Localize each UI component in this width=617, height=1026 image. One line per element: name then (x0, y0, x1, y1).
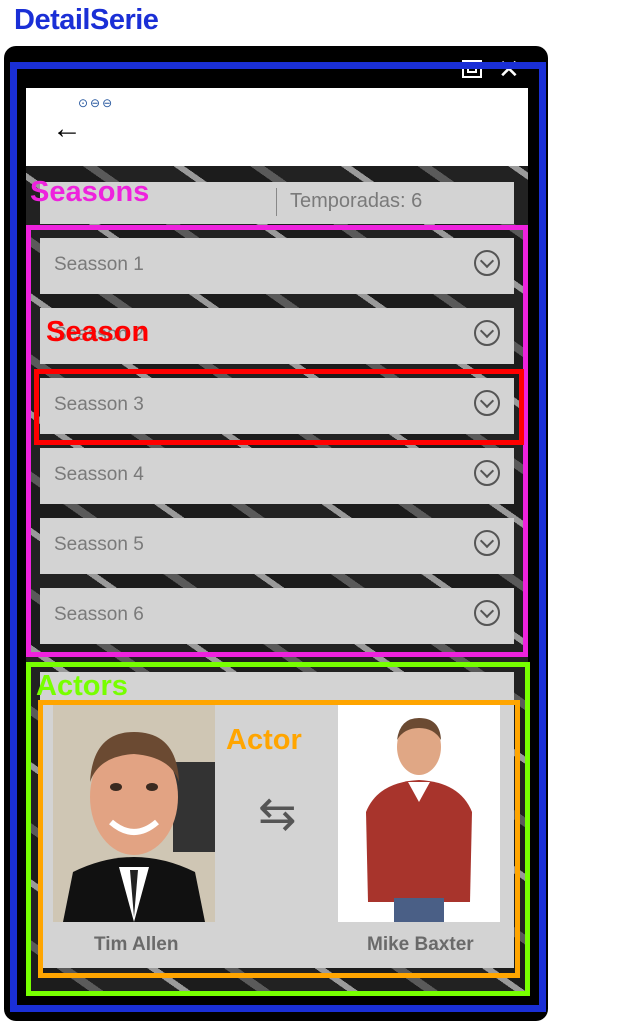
seasons-overlay-label: Seasons (30, 176, 150, 208)
actors-overlay-label: Actors (36, 670, 128, 702)
season-overlay-label: Season (46, 316, 150, 348)
page-title: DetailSerie (14, 4, 159, 36)
actor-overlay-label: Actor (226, 724, 302, 756)
season-frame (34, 369, 524, 445)
